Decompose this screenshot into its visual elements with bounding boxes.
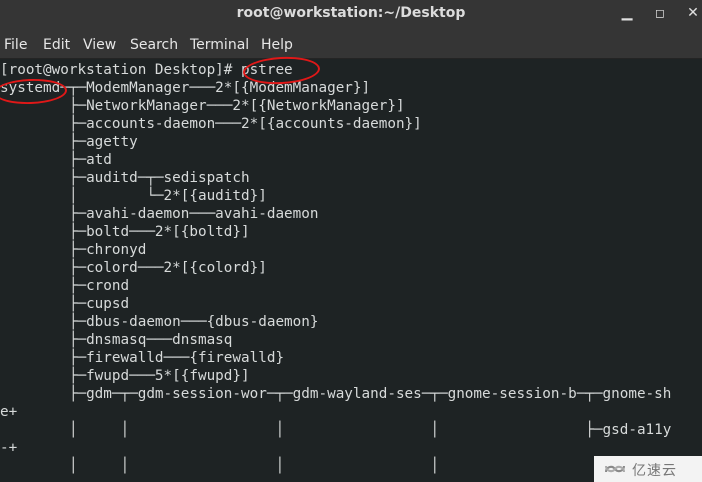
output-line: ├─gdm─┬─gdm-session-wor─┬─gdm-wayland-se… (0, 386, 672, 402)
output-line: │ │ │ │ ├─gsd-a11y (0, 422, 672, 438)
terminal-window: root@workstation:~/Desktop ▁ ◻ ✕ File Ed… (0, 0, 702, 482)
terminal-output[interactable]: [root@workstation Desktop]# pstree syste… (0, 59, 702, 482)
close-icon[interactable]: ✕ (682, 3, 702, 23)
menu-search[interactable]: Search (130, 37, 178, 53)
output-line: ├─NetworkManager───2*[{NetworkManager}] (0, 98, 405, 114)
output-line: ├─agetty (0, 134, 138, 150)
output-line: ├─dbus-daemon───{dbus-daemon} (0, 314, 319, 330)
output-line: ├─atd (0, 152, 112, 168)
menu-edit[interactable]: Edit (43, 37, 70, 53)
output-line: │ └─2*[{auditd}] (0, 188, 267, 204)
output-line: ├─avahi-daemon───avahi-daemon (0, 206, 319, 222)
menu-file[interactable]: File (4, 37, 27, 53)
menu-help[interactable]: Help (261, 37, 293, 53)
output-line: -+ (0, 440, 18, 456)
output-line: e+ (0, 404, 18, 420)
yisu-cloud-logo-icon (605, 465, 625, 473)
output-line: ├─firewalld───{firewalld} (0, 350, 285, 366)
output-line: ├─dnsmasq───dnsmasq (0, 332, 233, 348)
maximize-icon[interactable]: ◻ (649, 3, 671, 23)
menu-bar: File Edit View Search Terminal Help (0, 28, 702, 59)
output-line: ├─boltd───2*[{boltd}] (0, 224, 250, 240)
output-line: ├─colord───2*[{colord}] (0, 260, 267, 276)
output-line: ├─accounts-daemon───2*[{accounts-daemon}… (0, 116, 422, 132)
output-line: ├─fwupd───5*[{fwupd}] (0, 368, 250, 384)
output-line: │ │ │ │ (0, 458, 439, 474)
output-line: ├─chronyd (0, 242, 147, 258)
output-line: ├─auditd─┬─sedispatch (0, 170, 250, 186)
minimize-icon[interactable]: ▁ (616, 3, 638, 23)
watermark-text: 亿速云 (632, 463, 677, 479)
menu-view[interactable]: View (83, 37, 116, 53)
title-bar[interactable]: root@workstation:~/Desktop ▁ ◻ ✕ (0, 0, 702, 28)
menu-terminal[interactable]: Terminal (190, 37, 249, 53)
output-line: ├─crond (0, 278, 130, 294)
output-line: ├─cupsd (0, 296, 130, 312)
watermark: 亿速云 (594, 456, 702, 482)
window-title: root@workstation:~/Desktop (236, 5, 466, 21)
